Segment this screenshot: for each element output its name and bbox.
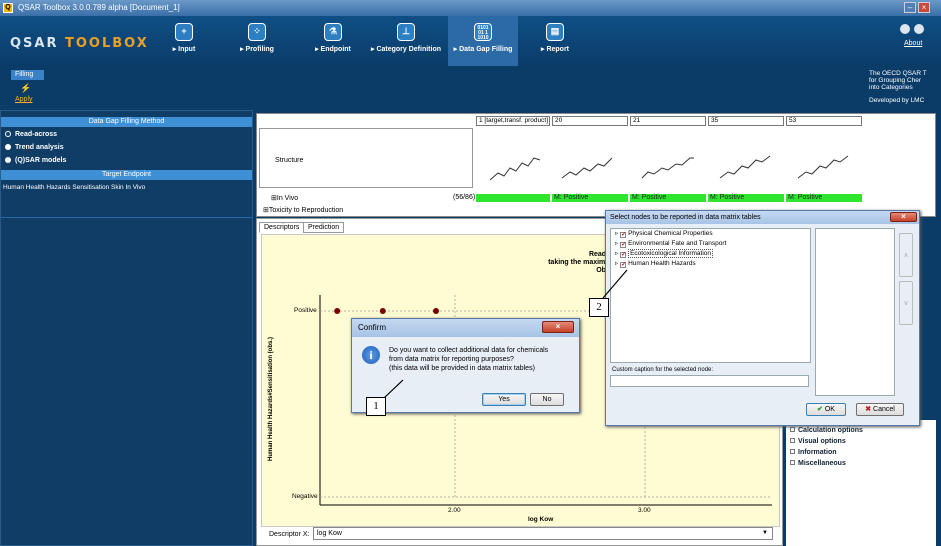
chevron-down-icon: ▼ [762,530,768,536]
value-cell[interactable]: M: Positive [786,194,862,202]
column-header[interactable]: 35 [708,116,784,126]
x-tick-3: 3.00 [638,507,651,514]
structure-3 [641,157,694,179]
data-point-2[interactable] [379,308,386,314]
move-down-button[interactable]: ∨ [899,281,913,325]
select-nodes-dialog: Select nodes to be reported in data matr… [605,210,920,426]
in-vivo-count: (56/86) [453,194,476,201]
structure-5 [797,155,849,179]
nodes-dialog-title: Select nodes to be reported in data matr… [606,211,919,224]
title-bar: Q QSAR Toolbox 3.0.0.789 alpha [Document… [0,0,941,16]
visual-options[interactable]: Visual options [786,436,936,447]
expand-icon [790,438,795,443]
tab-prediction[interactable]: Prediction [303,222,345,233]
lightning-icon: ⚡ [20,83,32,93]
data-matrix: 1 [target,transf. product] 20 21 35 53 S… [256,113,936,217]
descriptor-label: Descriptor X: [269,531,310,538]
minimize-button[interactable]: – [904,2,916,13]
structure-row-header: Structure [259,128,473,188]
app-logo: QSAR TOOLBOX [10,36,149,51]
data-point-1[interactable] [334,308,341,314]
radio-qsar-models[interactable]: (Q)SAR models [1,153,252,168]
y-tick-negative: Negative [292,493,318,500]
data-point-3[interactable] [433,308,439,314]
caption-input[interactable] [610,375,809,387]
ok-button[interactable]: ✔ OK [806,403,846,416]
x-tick-2: 2.00 [448,507,461,514]
caption-label: Custom caption for the selected node: [612,367,714,373]
binary-icon: 0101 01 1 1010 [474,23,492,41]
window-title: QSAR Toolbox 3.0.0.789 alpha [Document_1… [18,3,180,12]
expand-icon [790,449,795,454]
structure-images [489,155,849,181]
cancel-button[interactable]: ✖ Cancel [856,403,904,416]
yes-button[interactable]: Yes [482,393,526,406]
column-header[interactable]: 1 [target,transf. product] [476,116,550,126]
profiling-icon: ⁘ [248,23,266,41]
oecd-info: The OECD QSAR T for Grouping Cher into C… [869,70,927,104]
node-tree: ▹ ✓ Physical Chemical Properties ▹ ✓ Envir… [610,228,811,363]
confirm-message: Do you want to collect additional data f… [389,347,549,372]
app-icon: Q [3,3,13,13]
ribbon-report-button[interactable]: ▤ ▸ Report [532,16,578,66]
document-icon: ▤ [546,23,564,41]
settings-icon[interactable] [900,24,910,34]
plus-icon: + [175,23,193,41]
miscellaneous-options[interactable]: Miscellaneous [786,458,936,469]
ribbon-profiling-button[interactable]: ⁘ ▸ Profiling [234,16,280,66]
about-link[interactable]: About [904,40,922,47]
column-header[interactable]: 53 [786,116,862,126]
node-human-health[interactable]: ▹ ✓ Human Health Hazards [611,259,810,269]
column-header[interactable]: 20 [552,116,628,126]
method-header: Data Gap Filling Method [1,117,252,127]
value-cell[interactable] [476,194,550,202]
calculation-options[interactable]: Calculation options [786,425,936,436]
y-tick-positive: Positive [294,307,317,314]
expand-icon [790,427,795,432]
info-icon: i [362,346,380,364]
endpoint-header: Target Endpoint [1,170,252,180]
information-options[interactable]: Information [786,447,936,458]
confirm-close-button[interactable]: × [542,321,574,333]
x-axis-label: log Kow [528,516,554,523]
tab-descriptors[interactable]: Descriptors [259,222,305,233]
tree-toxicity-reproduction[interactable]: ⊞Toxicity to Reproduction [263,206,343,214]
left-panel: Data Gap Filling Method Read-across Tren… [0,110,253,546]
check-icon: ✔ [817,406,823,413]
flask-icon: ⚗ [324,23,342,41]
value-cell[interactable]: M: Positive [708,194,784,202]
structure-4 [719,155,771,179]
sub-toolbar [0,66,941,110]
close-window-button[interactable]: × [918,2,930,13]
value-cell[interactable]: M: Positive [552,194,628,202]
structure-1 [489,157,541,181]
node-ecotoxicological[interactable]: ▹ ✓ Ecotoxicological Information [611,249,810,259]
ribbon-input-button[interactable]: + ▸ Input [164,16,204,66]
structure-2 [561,157,613,179]
ribbon-endpoint-button[interactable]: ⚗ ▸ Endpoint [310,16,356,66]
expand-icon [790,460,795,465]
callout-2: 2 [589,298,609,317]
column-header[interactable]: 21 [630,116,706,126]
tab-filling[interactable]: Filling [11,70,44,80]
node-physical-chemical[interactable]: ▹ ✓ Physical Chemical Properties [611,229,810,239]
move-up-button[interactable]: ∧ [899,233,913,277]
tree-in-vivo[interactable]: ⊞In Vivo [271,194,298,202]
options-panel: Calculation options Visual options Infor… [786,420,936,546]
cross-icon: ✖ [865,406,872,413]
no-button[interactable]: No [530,393,564,406]
hierarchy-icon: ⊥ [397,23,415,41]
ribbon-category-definition-button[interactable]: ⊥ ▸ Category Definition [368,16,444,66]
value-cell[interactable]: M: Positive [630,194,706,202]
nodes-close-button[interactable]: × [890,212,917,222]
node-preview-list [815,228,895,396]
apply-button[interactable]: Apply [15,96,33,103]
callout-1: 1 [366,397,386,416]
target-endpoint: Human Health Hazards Sensitisation Skin … [3,184,146,191]
help-icon[interactable] [914,24,924,34]
descriptor-select[interactable]: log Kow ▼ [313,527,773,540]
node-environmental-fate[interactable]: ▹ ✓ Environmental Fate and Transport [611,239,810,249]
ribbon-data-gap-filling-button[interactable]: 0101 01 1 1010 ▸ Data Gap Filling [448,16,518,66]
